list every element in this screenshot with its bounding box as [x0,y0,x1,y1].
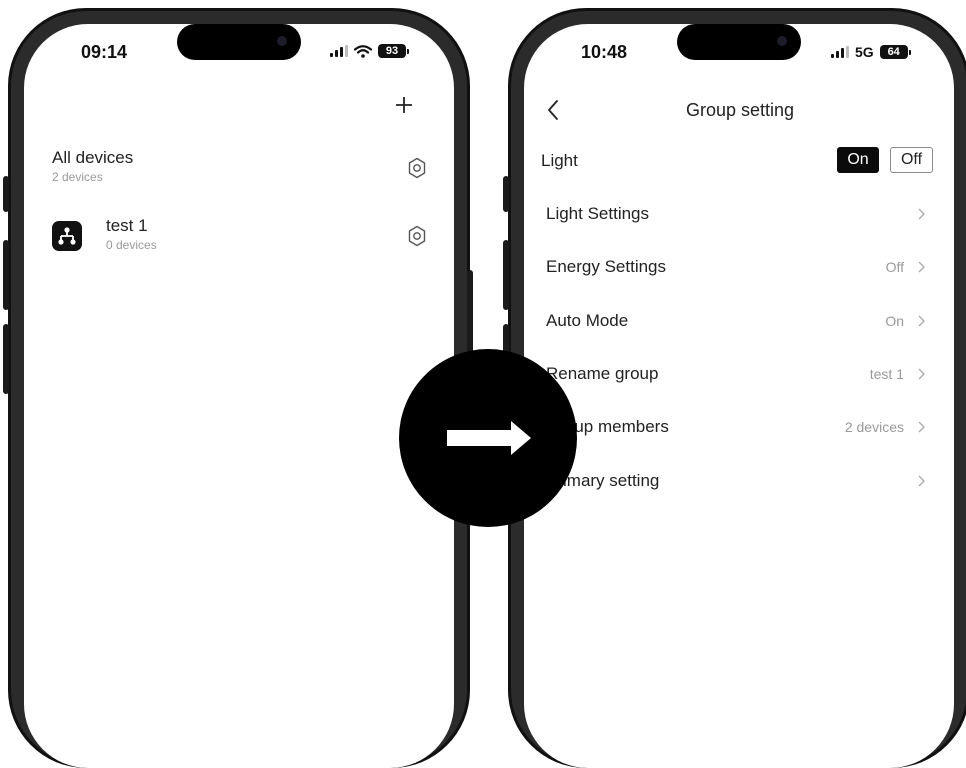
chevron-right-icon [918,208,925,220]
right-phone-screen [524,24,954,768]
side-button [503,240,509,310]
network-type: 5G [855,44,874,60]
all-devices-title: All devices [52,148,134,167]
settings-row-value: On [885,313,904,329]
transition-arrow-badge [399,349,577,527]
settings-row-energy-settings[interactable]: Energy Settings Off [546,252,926,282]
side-button [3,324,9,394]
add-group-button[interactable] [392,92,416,120]
battery-indicator: 93 [378,44,406,58]
settings-row-label: Auto Mode [546,311,629,330]
side-button [3,176,9,212]
chevron-left-icon[interactable] [544,98,562,122]
settings-row-value: 2 devices [844,419,904,435]
settings-row-label: Light Settings [546,204,650,223]
status-bar-icons: 93 [330,44,409,58]
dynamic-island [177,24,301,60]
settings-row-value: test 1 [869,366,904,382]
all-devices-count: 2 devices [52,170,103,184]
settings-row-light-settings[interactable]: Light Settings [546,199,926,229]
dynamic-island [677,24,801,60]
settings-row-primary-setting[interactable]: Primary setting [546,466,926,496]
page-title: Group setting [685,100,795,120]
battery-tip [908,49,911,55]
chevron-right-icon [918,261,925,273]
battery-indicator: 64 [879,45,908,59]
settings-row-auto-mode[interactable]: Auto Mode On [546,306,926,336]
settings-row-value: Off [885,259,904,275]
chevron-right-icon [918,315,925,327]
chevron-right-icon [918,421,925,433]
settings-row-group-members[interactable]: Group members 2 devices [546,412,926,442]
camera-dot [277,36,287,46]
status-time: 09:14 [81,42,128,62]
signal-icon [831,46,849,58]
light-label: Light [541,151,578,170]
group-name: test 1 [106,216,148,235]
wifi-icon [354,44,372,58]
left-phone-screen [24,24,454,768]
light-on-button[interactable]: On [837,147,879,173]
light-off-button[interactable]: Off [890,147,933,173]
group-device-count: 0 devices [106,238,157,252]
gear-icon[interactable] [405,224,429,248]
status-time: 10:48 [581,42,628,62]
side-button [503,176,509,212]
side-button [467,270,473,360]
status-bar-icons: 5G 64 [831,44,911,60]
settings-row-label: Energy Settings [546,257,667,276]
group-hierarchy-icon [52,221,82,251]
gear-icon[interactable] [405,156,429,180]
battery-tip [407,48,409,54]
settings-row-rename-group[interactable]: Rename group test 1 [546,359,926,389]
chevron-right-icon [918,475,925,487]
signal-icon [330,45,348,57]
chevron-right-icon [918,368,925,380]
plus-icon [396,97,412,113]
arrow-right-icon [447,421,531,455]
side-button [3,240,9,310]
camera-dot [777,36,787,46]
